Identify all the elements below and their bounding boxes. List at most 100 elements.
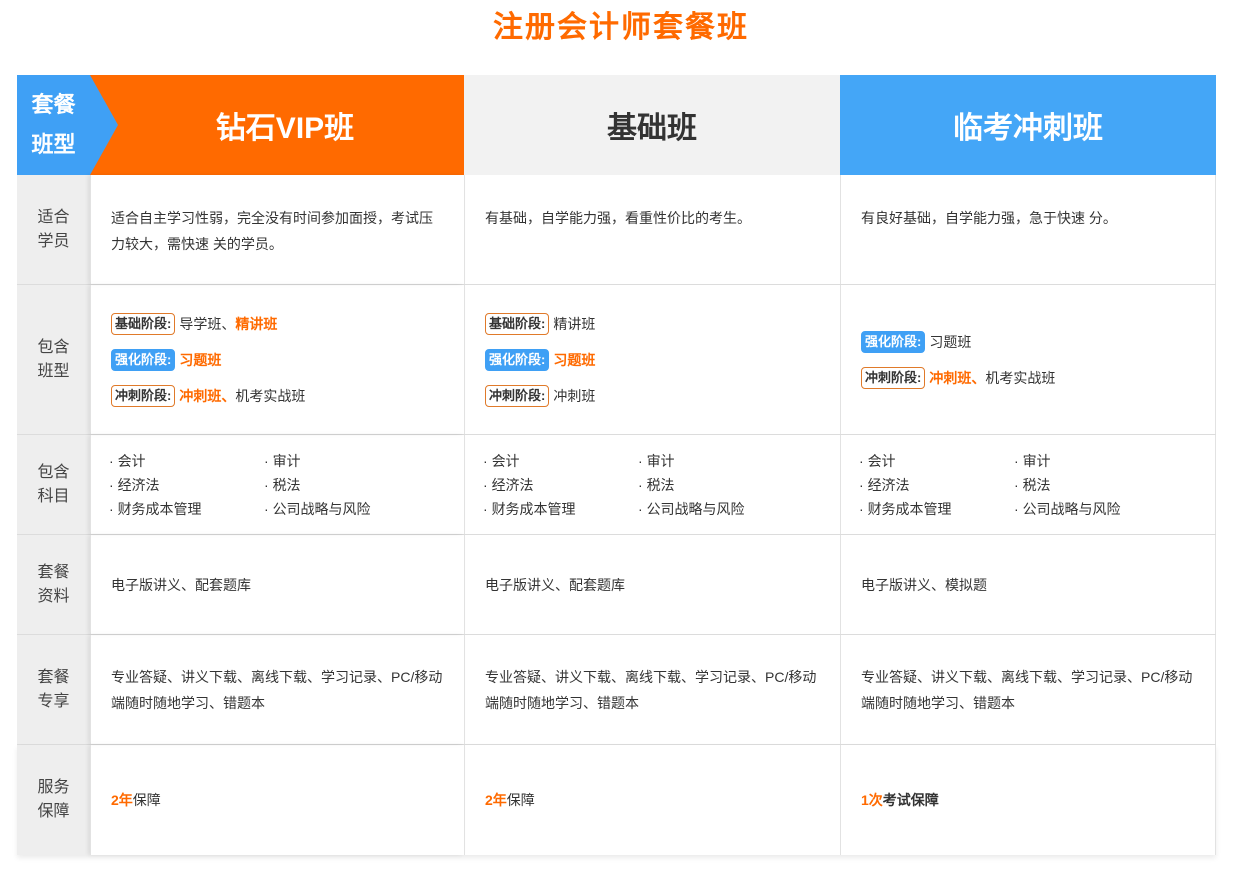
- row-label-materials: 套餐 资料: [17, 535, 90, 634]
- header-corner-line2: 班型: [31, 132, 76, 157]
- audience-cell-basic: 有基础，自学能力强，看重性价比的考生。: [464, 175, 840, 284]
- table-row-classes: 包含班型 基础阶段: 导学班、 精讲班 强化阶段: 习题班 冲刺阶段: 冲刺班、…: [17, 285, 1216, 435]
- audience-cell-sprint: 有良好基础，自学能力强，急于快速 分。: [840, 175, 1216, 284]
- plan-header-diamond-vip[interactable]: 钻石VIP班: [90, 75, 464, 175]
- classes-cell-basic: 基础阶段: 精讲班 强化阶段: 习题班 冲刺阶段: 冲刺班: [464, 285, 840, 434]
- service-cell-sprint: 1次考试保障: [840, 745, 1216, 855]
- plan-header-basic[interactable]: 基础班: [464, 75, 840, 175]
- row-label-line: 适合: [37, 208, 70, 226]
- stage-badge-strengthen: 强化阶段:: [861, 330, 926, 353]
- stage-highlight: 习题班: [553, 351, 596, 368]
- perks-cell-diamond: 专业答疑、讲义下载、离线下载、学习记录、PC/移动端随时随地学习、错题本: [90, 635, 464, 744]
- materials-cell-basic: 电子版讲义、配套题库: [464, 535, 840, 634]
- service-text: 保障: [132, 792, 161, 808]
- page-title: 注册会计师套餐班: [493, 11, 749, 44]
- materials-text: 电子版讲义、模拟题: [861, 576, 987, 593]
- stage-items: 冲刺班: [553, 387, 596, 404]
- subject-item: 经济法: [859, 473, 1014, 497]
- perks-cell-basic: 专业答疑、讲义下载、离线下载、学习记录、PC/移动端随时随地学习、错题本: [464, 635, 840, 744]
- stage-tail: 机考实战班: [985, 369, 1056, 386]
- subject-list: 会计 审计 经济法 税法 财务成本管理 公司战略与风险: [109, 449, 446, 521]
- row-label-line: 专享: [37, 692, 70, 710]
- header-corner-line1: 套餐: [31, 92, 76, 117]
- subject-list: 会计 审计 经济法 税法 财务成本管理 公司战略与风险: [859, 449, 1197, 521]
- subjects-cell-diamond: 会计 审计 经济法 税法 财务成本管理 公司战略与风险: [90, 435, 464, 534]
- stage-badge-strengthen: 强化阶段:: [111, 348, 176, 371]
- subject-item: 税法: [264, 473, 424, 497]
- row-label-line: 科目: [37, 487, 70, 505]
- row-label-classes: 包含 班型: [17, 285, 90, 434]
- subject-item: 审计: [638, 449, 798, 473]
- stage-items: 精讲班: [553, 315, 596, 332]
- subject-item: 公司战略与风险: [1014, 497, 1174, 521]
- row-label-perks: 套餐 专享: [17, 635, 90, 744]
- subject-item: 税法: [1014, 473, 1174, 497]
- subject-list: 会计 审计 经济法 税法 财务成本管理 公司战略与风险: [483, 449, 822, 521]
- service-text: 保障: [506, 792, 535, 808]
- stage-line: 强化阶段: 习题班: [111, 342, 446, 378]
- service-cell-basic: 2年保障: [464, 745, 840, 855]
- perks-cell-sprint: 专业答疑、讲义下载、离线下载、学习记录、PC/移动端随时随地学习、错题本: [840, 635, 1216, 744]
- materials-text: 电子版讲义、配套题库: [111, 576, 251, 593]
- audience-cell-diamond: 适合自主学习性弱，完全没有时间参加面授，考试压力较大，需快速 关的学员。: [90, 175, 464, 284]
- subject-item: 财务成本管理: [483, 497, 638, 521]
- stage-highlight: 习题班: [179, 351, 222, 368]
- row-label-line: 资料: [37, 587, 70, 605]
- row-label-line: 服务: [37, 779, 70, 796]
- subject-item: 会计: [109, 449, 264, 473]
- subject-item: 经济法: [483, 473, 638, 497]
- stage-badge-sprint: 冲刺阶段:: [485, 384, 550, 407]
- stage-badge-basic: 基础阶段:: [485, 312, 550, 335]
- subject-item: 财务成本管理: [859, 497, 1014, 521]
- row-label-line: 套餐: [37, 668, 70, 686]
- stage-line: 冲刺阶段: 冲刺班、 机考实战班: [111, 378, 446, 414]
- materials-cell-sprint: 电子版讲义、模拟题: [840, 535, 1216, 634]
- row-label-line: 学员: [37, 232, 70, 250]
- table-row-perks: 套餐专享 专业答疑、讲义下载、离线下载、学习记录、PC/移动端随时随地学习、错题…: [17, 635, 1216, 745]
- row-label-line: 包含: [37, 338, 70, 356]
- subject-item: 会计: [859, 449, 1014, 473]
- perks-text: 专业答疑、讲义下载、离线下载、学习记录、PC/移动端随时随地学习、错题本: [861, 668, 1193, 711]
- subject-item: 税法: [638, 473, 798, 497]
- header-corner: 套餐 班型: [17, 75, 90, 175]
- stage-line: 强化阶段: 习题班: [861, 324, 1197, 360]
- stage-line: 冲刺阶段: 冲刺班、 机考实战班: [861, 360, 1197, 396]
- service-cell-diamond: 2年保障: [90, 745, 464, 855]
- row-label-service: 服务 保障: [17, 745, 90, 855]
- table-row-audience: 适合学员 适合自主学习性弱，完全没有时间参加面授，考试压力较大，需快速 关的学员…: [17, 175, 1216, 285]
- stage-line: 基础阶段: 精讲班: [485, 306, 822, 342]
- stage-line: 强化阶段: 习题班: [485, 342, 822, 378]
- stage-line: 冲刺阶段: 冲刺班: [485, 378, 822, 414]
- service-duration: 2年: [111, 792, 133, 808]
- subjects-cell-sprint: 会计 审计 经济法 税法 财务成本管理 公司战略与风险: [840, 435, 1216, 534]
- row-label-line: 包含: [37, 463, 70, 481]
- stage-highlight: 冲刺班、: [179, 387, 236, 404]
- subject-item: 公司战略与风险: [638, 497, 798, 521]
- subject-item: 审计: [1014, 449, 1174, 473]
- stage-items: 导学班、: [179, 315, 236, 332]
- perks-text: 专业答疑、讲义下载、离线下载、学习记录、PC/移动端随时随地学习、错题本: [485, 668, 817, 711]
- classes-cell-sprint: 强化阶段: 习题班 冲刺阶段: 冲刺班、 机考实战班: [840, 285, 1216, 434]
- materials-text: 电子版讲义、配套题库: [485, 576, 625, 593]
- service-text: 考试保障: [882, 792, 939, 808]
- materials-cell-diamond: 电子版讲义、配套题库: [90, 535, 464, 634]
- row-label-line: 班型: [37, 362, 70, 380]
- stage-items: 习题班: [929, 333, 972, 350]
- stage-highlight: 精讲班: [235, 315, 278, 332]
- stage-badge-sprint: 冲刺阶段:: [861, 366, 926, 389]
- row-label-audience: 适合 学员: [17, 175, 90, 284]
- stage-badge-strengthen: 强化阶段:: [485, 348, 550, 371]
- row-label-line: 保障: [37, 803, 70, 820]
- stage-badge-basic: 基础阶段:: [111, 312, 176, 335]
- header-arrow: [90, 75, 118, 175]
- subject-item: 经济法: [109, 473, 264, 497]
- stage-line: 基础阶段: 导学班、 精讲班: [111, 306, 446, 342]
- plan-header-sprint[interactable]: 临考冲刺班: [840, 75, 1216, 175]
- stage-tail: 机考实战班: [235, 387, 306, 404]
- subjects-cell-basic: 会计 审计 经济法 税法 财务成本管理 公司战略与风险: [464, 435, 840, 534]
- row-label-line: 套餐: [37, 563, 70, 581]
- classes-cell-diamond: 基础阶段: 导学班、 精讲班 强化阶段: 习题班 冲刺阶段: 冲刺班、 机考实战…: [90, 285, 464, 434]
- row-label-subjects: 包含 科目: [17, 435, 90, 534]
- perks-text: 专业答疑、讲义下载、离线下载、学习记录、PC/移动端随时随地学习、错题本: [111, 668, 443, 711]
- subject-item: 公司战略与风险: [264, 497, 424, 521]
